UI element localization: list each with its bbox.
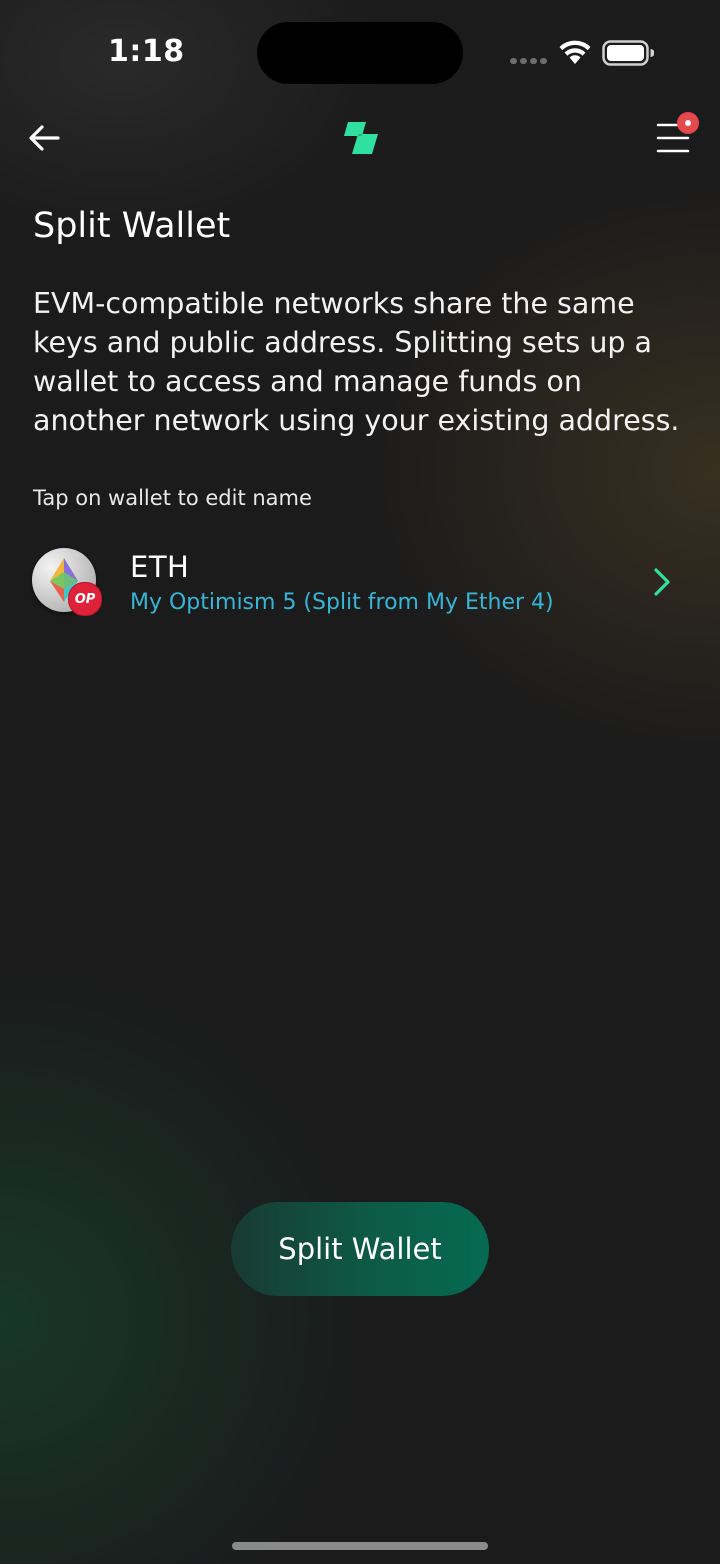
home-indicator[interactable] [232,1542,488,1550]
arrow-left-icon [29,125,60,151]
edit-name-hint: Tap on wallet to edit name [33,486,312,510]
wifi-icon [559,40,591,64]
optimism-badge-icon: OP [68,582,102,616]
app-logo-icon [344,122,378,154]
chevron-right-icon [654,568,670,596]
status-time: 1:18 [108,34,185,69]
notification-badge [677,112,699,134]
cellular-signal-icon [510,58,547,64]
wallet-avatar: OP [32,548,102,616]
split-wallet-button[interactable]: Split Wallet [231,1202,489,1296]
page-description: EVM-compatible networks share the same k… [33,287,680,437]
wallet-name: My Optimism 5 (Split from My Ether 4) [130,590,554,615]
back-button[interactable] [22,116,66,160]
dynamic-island [257,22,463,84]
page-title: Split Wallet [33,206,231,246]
battery-icon [602,40,654,66]
wallet-symbol: ETH [130,550,190,584]
wallet-row[interactable]: OP ETH My Optimism 5 (Split from My Ethe… [30,546,690,622]
